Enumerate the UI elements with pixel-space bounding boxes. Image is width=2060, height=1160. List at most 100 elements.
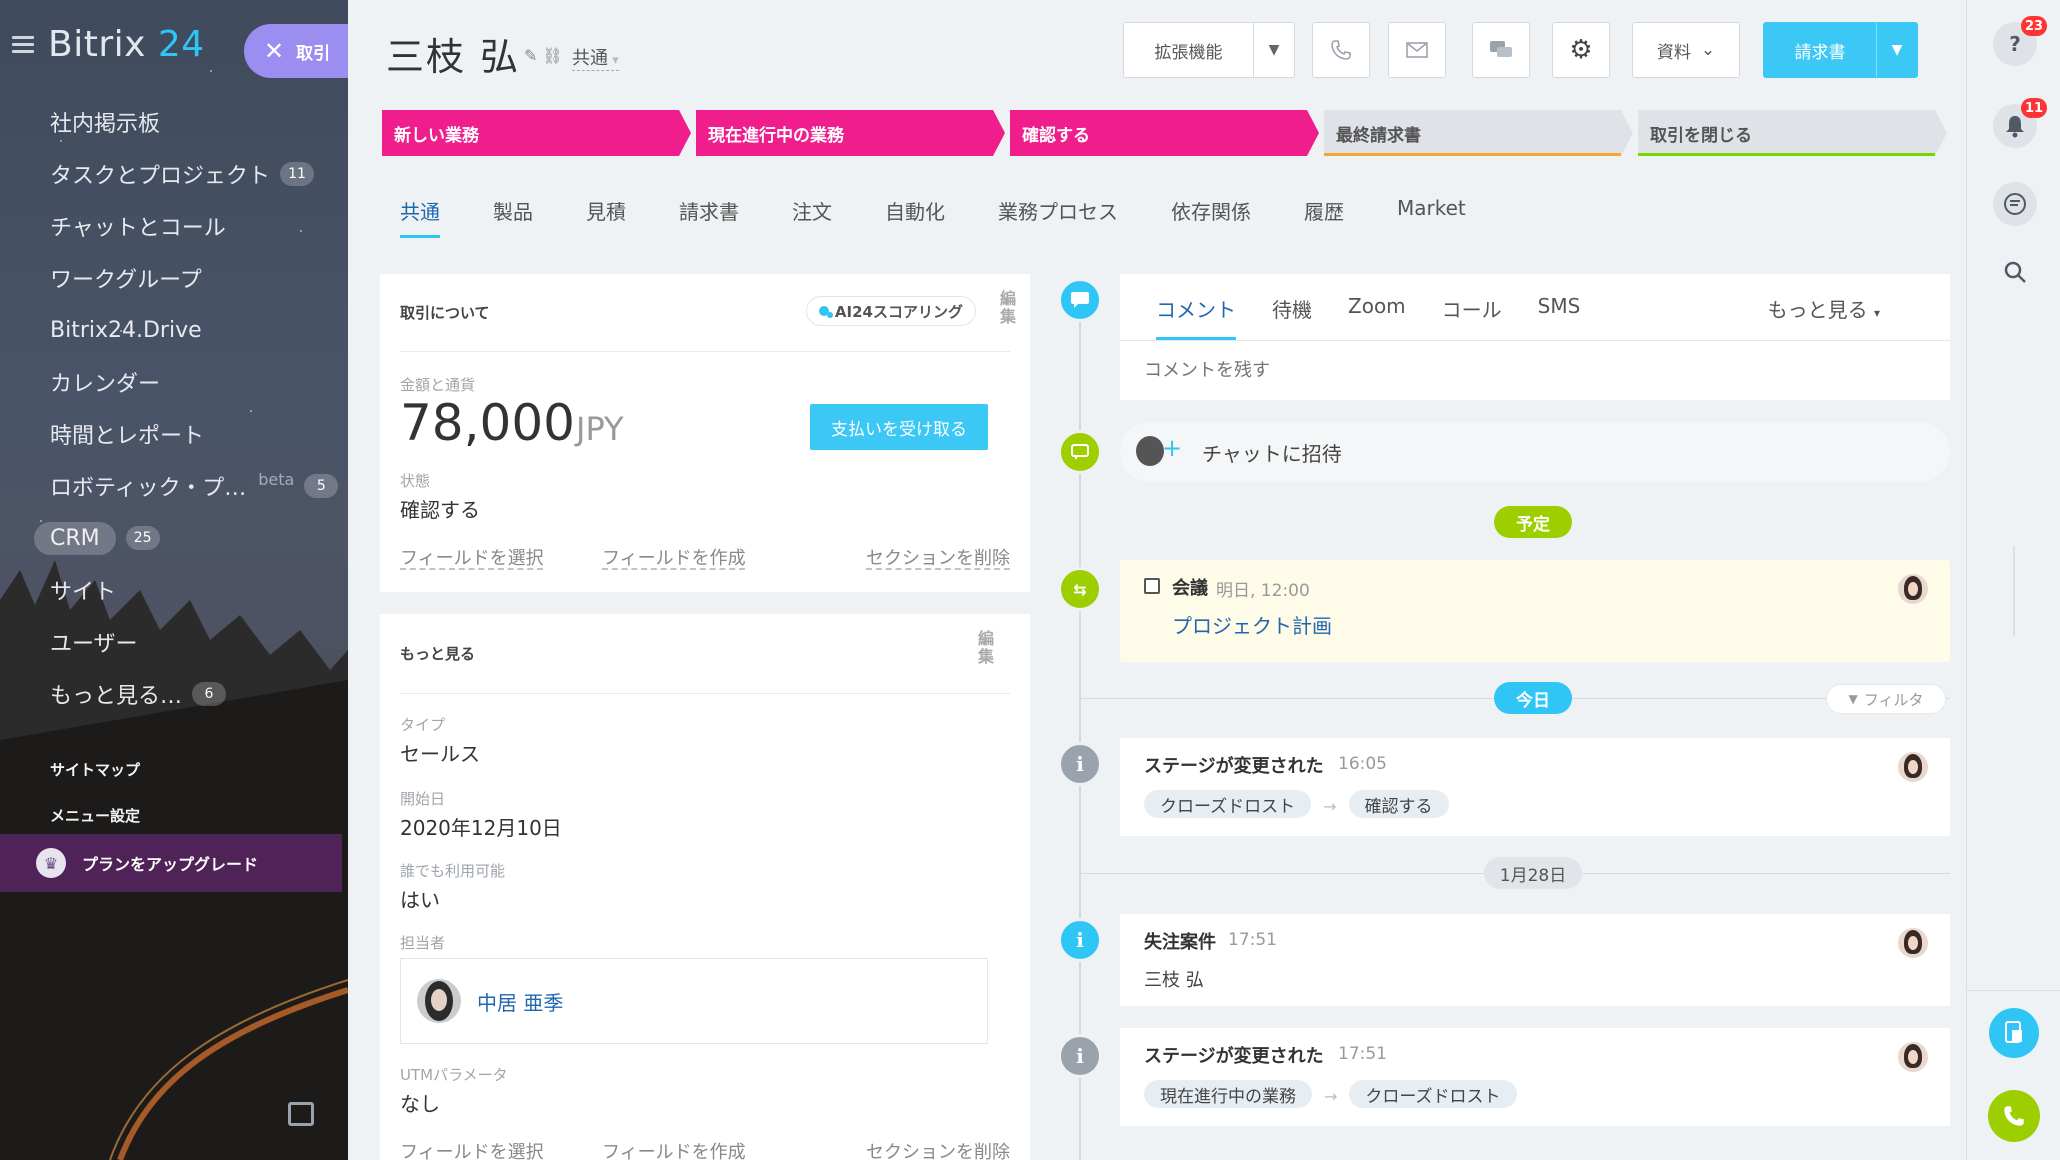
select-field-link[interactable]: フィールドを選択: [400, 1138, 544, 1160]
chat-button[interactable]: [1472, 22, 1530, 78]
sidebar-item-label: 時間とレポート: [50, 424, 205, 449]
divider: [1967, 990, 2060, 991]
link-icon[interactable]: ⛓: [543, 46, 563, 65]
invite-chat-bar[interactable]: + チャットに招待: [1120, 422, 1950, 482]
sitemap-link[interactable]: サイトマップ: [0, 746, 348, 792]
meeting-checkbox[interactable]: [1144, 578, 1160, 594]
ai-scoring-button[interactable]: AI24スコアリング: [805, 296, 976, 326]
documents-dropdown[interactable]: 資料 ⌄: [1632, 22, 1740, 78]
scroll-indicator[interactable]: [2013, 546, 2015, 636]
main-content: 三枝 弘 ✎ ⛓ 共通 拡張機能 ▼ ⚙ 資料 ⌄ 請求書 ▼ 新しい業務 現在…: [348, 0, 1966, 1160]
category-dropdown[interactable]: 共通: [572, 44, 619, 71]
timeline-entry[interactable]: ステージが変更された 16:05 クローズドロスト → 確認する: [1120, 738, 1950, 836]
currency-value: JPY: [576, 410, 624, 448]
select-field-link[interactable]: フィールドを選択: [400, 544, 544, 570]
tab-wait[interactable]: 待機: [1272, 294, 1312, 340]
chat-node-icon: [1058, 430, 1102, 474]
tab-call[interactable]: コール: [1442, 294, 1502, 340]
start-date-label: 開始日: [400, 790, 446, 808]
tab-quotes[interactable]: 見積: [586, 196, 626, 238]
phone-button[interactable]: [1312, 22, 1370, 78]
tab-workflows[interactable]: 業務プロセス: [998, 196, 1118, 238]
settings-button[interactable]: ⚙: [1552, 22, 1610, 78]
tab-history[interactable]: 履歴: [1304, 196, 1344, 238]
comment-input[interactable]: [1144, 354, 1904, 386]
sidebar-item-workgroups[interactable]: ワークグループ: [0, 252, 348, 304]
sidebar-item-rpa[interactable]: ロボティック・プ… beta 5: [0, 460, 348, 512]
messages-button[interactable]: [1993, 182, 2037, 226]
tab-dependencies[interactable]: 依存関係: [1171, 196, 1251, 238]
help-button[interactable]: ? 23: [1993, 16, 2048, 66]
arrow-right-icon: →: [1323, 796, 1337, 816]
stage-review[interactable]: 確認する: [1010, 110, 1319, 156]
sidebar-item-more[interactable]: もっと見る… 6: [0, 668, 348, 720]
email-button[interactable]: [1388, 22, 1446, 78]
logo[interactable]: Bitrix 24: [48, 24, 205, 65]
beta-label: beta: [258, 469, 295, 489]
owner-box[interactable]: 中居 亜季: [400, 958, 988, 1044]
stage-final-invoice[interactable]: 最終請求書: [1324, 110, 1633, 156]
ai-icon: [818, 306, 829, 316]
logo-text: Bitrix: [48, 24, 146, 65]
sidebar-item-feed[interactable]: 社内掲示板: [0, 96, 348, 148]
menu-settings-link[interactable]: メニュー設定: [0, 792, 348, 838]
sidebar-item-crm[interactable]: CRM 25: [0, 512, 348, 564]
chevron-down-icon[interactable]: ▼: [1877, 42, 1917, 58]
delete-section-link[interactable]: セクションを削除: [866, 1138, 1010, 1160]
amount-label: 金額と通貨: [400, 376, 476, 394]
invoice-button[interactable]: 請求書 ▼: [1763, 22, 1918, 78]
tab-orders[interactable]: 注文: [792, 196, 832, 238]
menu-burger-icon[interactable]: [12, 36, 34, 54]
sidebar-item-sites[interactable]: サイト: [0, 564, 348, 616]
tab-automation[interactable]: 自動化: [885, 196, 945, 238]
filter-button[interactable]: ▼ フィルタ: [1826, 684, 1946, 714]
tab-comment[interactable]: コメント: [1156, 294, 1236, 340]
stage-label: 新しい業務: [394, 125, 479, 146]
tab-general[interactable]: 共通: [400, 196, 440, 238]
search-button[interactable]: [1993, 250, 2037, 294]
ai-scoring-label: AI24スコアリング: [834, 302, 963, 321]
chevron-down-icon: ▾: [1873, 306, 1880, 320]
call-button[interactable]: [1988, 1090, 2040, 1142]
sidebar-item-tasks[interactable]: タスクとプロジェクト 11: [0, 148, 348, 200]
chevron-down-icon[interactable]: ▼: [1254, 42, 1294, 58]
more-activities-dropdown[interactable]: もっと見る ▾: [1768, 294, 1880, 323]
sidebar-item-chat[interactable]: チャットとコール: [0, 200, 348, 252]
create-field-link[interactable]: フィールドを作成: [602, 544, 746, 570]
tab-zoom[interactable]: Zoom: [1348, 294, 1406, 340]
meeting-link[interactable]: プロジェクト計画: [1172, 610, 1332, 639]
timeman-button[interactable]: [1989, 1008, 2039, 1058]
tab-invoices[interactable]: 請求書: [679, 196, 739, 238]
sidebar-item-users[interactable]: ユーザー: [0, 616, 348, 668]
detail-tabs: 共通 製品 見積 請求書 注文 自動化 業務プロセス 依存関係 履歴 Marke…: [400, 196, 1519, 238]
upgrade-plan-button[interactable]: ♛ プランをアップグレード: [0, 834, 342, 892]
tab-sms[interactable]: SMS: [1538, 294, 1581, 340]
planned-meeting-card[interactable]: 会議 明日, 12:00 プロジェクト計画: [1120, 560, 1950, 662]
extensions-button[interactable]: 拡張機能 ▼: [1123, 22, 1295, 78]
sidebar-item-time[interactable]: 時間とレポート: [0, 408, 348, 460]
pencil-icon[interactable]: ✎: [524, 46, 537, 65]
stage-close-deal[interactable]: 取引を閉じる: [1638, 110, 1947, 156]
card-edit-link[interactable]: 編集: [978, 630, 994, 666]
tab-market[interactable]: Market: [1397, 196, 1466, 238]
delete-section-link[interactable]: セクションを削除: [866, 544, 1010, 570]
stage-new[interactable]: 新しい業務: [382, 110, 691, 156]
notifications-button[interactable]: 11: [1993, 98, 2048, 148]
timeline-entry[interactable]: 失注案件 17:51 三枝 弘: [1120, 914, 1950, 1006]
sidebar-item-drive[interactable]: Bitrix24.Drive: [0, 304, 348, 356]
entry-title: 失注案件: [1144, 932, 1216, 953]
printer-icon[interactable]: [288, 1102, 314, 1126]
timeline-entry[interactable]: ステージが変更された 17:51 現在進行中の業務 → クローズドロスト: [1120, 1028, 1950, 1126]
sidebar-menu: 社内掲示板 タスクとプロジェクト 11 チャットとコール ワークグループ Bitr…: [0, 96, 348, 838]
owner-name[interactable]: 中居 亜季: [477, 987, 563, 1016]
stage-label: 確認する: [1022, 125, 1090, 146]
card-edit-link[interactable]: 編集: [1000, 290, 1016, 326]
receive-payment-button[interactable]: 支払いを受け取る: [810, 404, 988, 450]
stage-in-progress[interactable]: 現在進行中の業務: [696, 110, 1005, 156]
tab-products[interactable]: 製品: [493, 196, 533, 238]
stage-from-chip: クローズドロスト: [1144, 790, 1312, 818]
create-field-link[interactable]: フィールドを作成: [602, 1138, 746, 1160]
close-deal-button[interactable]: ✕ 取引: [244, 24, 348, 78]
search-icon: [2004, 261, 2026, 283]
sidebar-item-calendar[interactable]: カレンダー: [0, 356, 348, 408]
